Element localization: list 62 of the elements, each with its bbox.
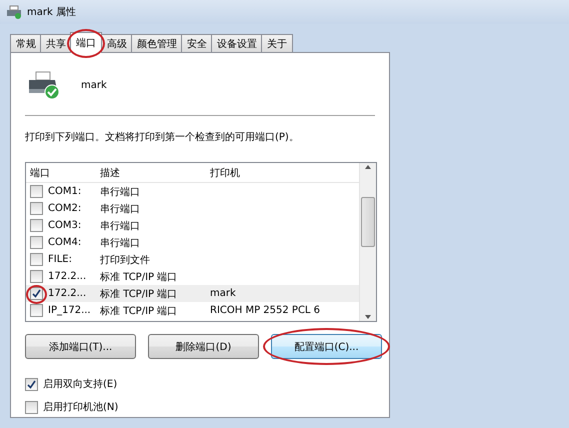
port-name: 172.2...: [48, 288, 86, 299]
checkbox[interactable]: [30, 185, 43, 198]
tab[interactable]: 设备设置: [211, 34, 263, 52]
port-name: COM2:: [48, 203, 82, 214]
port-row[interactable]: IP_172... 标准 TCP/IP 端口 RICOH MP 2552 PCL 6: [26, 302, 359, 319]
check-icon: [27, 380, 36, 388]
scroll-down-icon[interactable]: [364, 313, 372, 321]
tab[interactable]: 共享: [40, 34, 72, 52]
port-description: 标准 TCP/IP 端口: [100, 288, 178, 300]
port-description: 标准 TCP/IP 端口: [100, 270, 178, 284]
printer-ready-icon: [27, 70, 61, 100]
instruction-text: 打印到下列端口。文档将打印到第一个检查到的可用端口(P)。: [25, 130, 300, 144]
port-row[interactable]: COM2: 串行端口: [26, 200, 359, 217]
checkbox[interactable]: [30, 253, 43, 266]
check-icon: [32, 289, 41, 298]
column-header[interactable]: 描述: [100, 166, 210, 180]
port-name: IP_172...: [48, 305, 91, 316]
tab[interactable]: 常规: [10, 34, 42, 52]
port-description: 串行端口: [100, 220, 141, 232]
port-name: COM4:: [48, 237, 82, 248]
port-description: 标准 TCP/IP 端口: [100, 304, 178, 318]
scrollbar[interactable]: [359, 163, 376, 321]
printer-cell-text: RICOH MP 2552 PCL 6: [210, 305, 322, 316]
checkbox[interactable]: [30, 304, 43, 317]
checkbox[interactable]: [30, 202, 43, 215]
tab[interactable]: 安全: [181, 34, 213, 52]
window-title: mark 属性: [27, 6, 76, 19]
port-row[interactable]: COM4: 串行端口: [26, 234, 359, 251]
port-row[interactable]: FILE: 打印到文件: [26, 251, 359, 268]
column-header[interactable]: 打印机: [210, 166, 359, 180]
port-description: 打印到文件: [100, 254, 151, 266]
checkbox[interactable]: [30, 236, 43, 249]
option-label: 启用双向支持(E): [43, 378, 118, 391]
port-description: 串行端口: [100, 186, 141, 198]
port-row[interactable]: 172.2... 标准 TCP/IP 端口 mark: [26, 285, 359, 302]
option-label: 启用打印机池(N): [43, 400, 118, 414]
port-button[interactable]: 添加端口(T)...: [25, 334, 136, 359]
port-row[interactable]: 172.2... 标准 TCP/IP 端口: [26, 268, 359, 285]
scroll-thumb[interactable]: [361, 197, 375, 247]
port-description: 串行端口: [100, 236, 141, 250]
port-name: COM3:: [48, 220, 82, 231]
column-header[interactable]: 端口: [30, 166, 100, 180]
printer-name: mark: [81, 80, 107, 90]
tab[interactable]: 端口: [70, 32, 102, 53]
printer-cell-text: mark: [210, 288, 237, 299]
checkbox[interactable]: [30, 219, 43, 232]
checkbox[interactable]: [25, 400, 38, 414]
checkbox[interactable]: [30, 287, 43, 300]
port-button[interactable]: 删除端口(D): [148, 334, 259, 359]
printer-icon: [6, 5, 22, 19]
checkbox[interactable]: [25, 378, 38, 390]
port-name: COM1:: [48, 186, 82, 197]
checkbox[interactable]: [30, 270, 43, 283]
scroll-up-icon[interactable]: [364, 163, 372, 171]
port-name: 172.2...: [48, 271, 86, 282]
tab[interactable]: 关于: [261, 34, 293, 52]
port-row[interactable]: COM1: 串行端口: [26, 183, 359, 200]
port-row[interactable]: COM3: 串行端口: [26, 217, 359, 234]
port-button[interactable]: 配置端口(C)...: [271, 334, 382, 359]
tab[interactable]: 颜色管理: [131, 34, 183, 52]
port-name: FILE:: [48, 254, 72, 265]
port-description: 串行端口: [100, 202, 141, 216]
